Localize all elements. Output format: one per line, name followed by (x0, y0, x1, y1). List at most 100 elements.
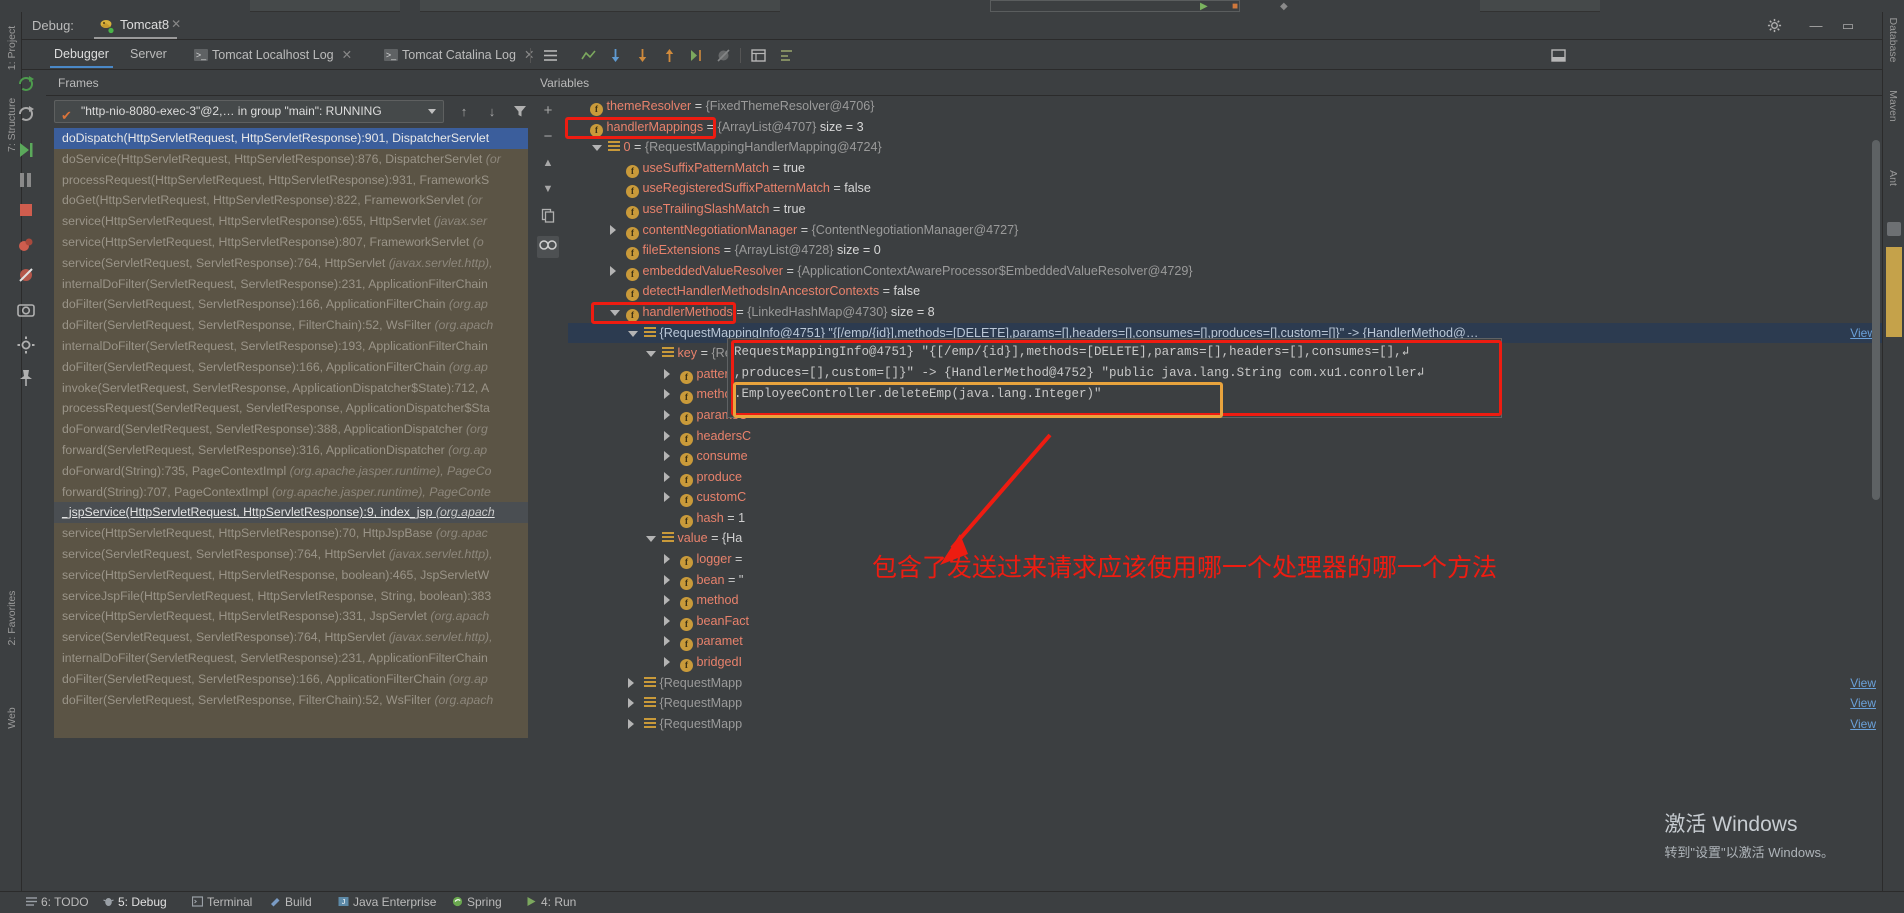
chevron-right-icon[interactable] (628, 718, 634, 729)
frame-row[interactable]: doService(HttpServletRequest, HttpServle… (54, 149, 528, 170)
chevron-right-icon[interactable] (664, 471, 670, 482)
tab-debugger[interactable]: Debugger (50, 45, 113, 68)
variable-row[interactable]: f useTrailingSlashMatch = true (568, 199, 1882, 220)
misc-icon[interactable]: ◆ (1280, 1, 1288, 12)
arrow-up-icon[interactable]: ↑ (456, 104, 472, 120)
frame-row[interactable]: processRequest(ServletRequest, ServletRe… (54, 398, 528, 419)
chevron-right-icon[interactable] (664, 430, 670, 441)
variable-row[interactable]: value = {Ha (568, 528, 1882, 549)
pause-icon[interactable] (16, 170, 38, 192)
resume-icon[interactable] (16, 140, 38, 162)
statusbar-item-terminal[interactable]: Terminal (191, 895, 252, 910)
frame-row[interactable]: invoke(ServletRequest, ServletResponse, … (54, 378, 528, 399)
frame-row[interactable]: service(HttpServletRequest, HttpServletR… (54, 523, 528, 544)
tool-window-database[interactable]: Database (1887, 13, 1899, 67)
settings-icon[interactable] (1887, 222, 1901, 236)
variable-row[interactable]: f handlerMethods = {LinkedHashMap@4730} … (568, 302, 1882, 323)
view-link[interactable]: View (1850, 673, 1876, 694)
maximize-icon[interactable]: ▭ (1840, 18, 1856, 34)
step-into-icon[interactable] (634, 47, 651, 64)
frame-row[interactable]: doFilter(ServletRequest, ServletResponse… (54, 357, 528, 378)
step-over-icon[interactable] (607, 47, 624, 64)
frame-row[interactable]: internalDoFilter(ServletRequest, Servlet… (54, 336, 528, 357)
statusbar-item-spring[interactable]: Spring (452, 895, 502, 910)
view-link[interactable]: View (1850, 714, 1876, 733)
variable-row[interactable]: f detectHandlerMethodsInAncestorContexts… (568, 281, 1882, 302)
variable-row[interactable]: {RequestMapp View (568, 673, 1882, 694)
stop-icon[interactable] (16, 200, 38, 222)
variable-row[interactable]: f embeddedValueResolver = {ApplicationCo… (568, 261, 1882, 282)
remove-icon[interactable]: − (537, 126, 559, 148)
mute-breakpoints-icon[interactable] (715, 47, 732, 64)
chevron-right-icon[interactable] (664, 554, 670, 565)
gear-icon[interactable] (1766, 18, 1782, 34)
variables-scrollbar[interactable] (1872, 140, 1880, 500)
variable-row[interactable]: f consume (568, 446, 1882, 467)
variable-row[interactable]: f headersC (568, 426, 1882, 447)
chevron-down-icon[interactable] (628, 330, 638, 337)
view-link[interactable]: View (1850, 693, 1876, 714)
chevron-down-icon[interactable] (646, 351, 656, 358)
chevron-right-icon[interactable] (664, 451, 670, 462)
minimize-icon[interactable]: — (1808, 18, 1824, 34)
settings-icon[interactable] (778, 47, 795, 64)
tab-tomcat-catalina-log[interactable]: >_Tomcat Catalina Log✕ (380, 45, 538, 64)
editor-tab-remnant-2[interactable] (420, 0, 780, 12)
mute-breakpoints-icon[interactable] (16, 265, 38, 287)
run-icon[interactable]: ▶ (1200, 1, 1208, 12)
evaluate-icon[interactable] (750, 47, 767, 64)
variable-row[interactable]: f customC (568, 487, 1882, 508)
statusbar-item-todo[interactable]: 6: TODO (26, 895, 89, 910)
variable-row[interactable]: f paramet (568, 631, 1882, 652)
restore-layout-icon[interactable] (1550, 47, 1567, 64)
frame-row[interactable]: doForward(ServletRequest, ServletRespons… (54, 419, 528, 440)
variable-row[interactable]: f useSuffixPatternMatch = true (568, 158, 1882, 179)
variable-row[interactable]: f produce (568, 467, 1882, 488)
run-configuration-tab[interactable]: Tomcat8 ✕ (94, 13, 181, 39)
chevron-down-icon[interactable] (592, 145, 602, 152)
frame-row[interactable]: forward(ServletRequest, ServletResponse)… (54, 440, 528, 461)
thread-selector[interactable]: ✔ "http-nio-8080-exec-3"@2,… in group "m… (54, 100, 444, 123)
arrow-down-icon[interactable]: ↓ (484, 104, 500, 120)
variable-row[interactable]: 0 = {RequestMappingHandlerMapping@4724} (568, 137, 1882, 158)
chevron-right-icon[interactable] (664, 409, 670, 420)
statusbar-item-run[interactable]: 4: Run (526, 895, 576, 910)
frame-row[interactable]: doDispatch(HttpServletRequest, HttpServl… (54, 128, 528, 149)
chevron-right-icon[interactable] (628, 677, 634, 688)
frame-row[interactable]: doFilter(ServletRequest, ServletResponse… (54, 315, 528, 336)
chevron-right-icon[interactable] (664, 615, 670, 626)
chevron-right-icon[interactable] (610, 265, 616, 276)
frame-row[interactable]: forward(String):707, PageContextImpl (or… (54, 482, 528, 503)
chevron-right-icon[interactable] (664, 492, 670, 503)
chevron-right-icon[interactable] (610, 224, 616, 235)
variable-row[interactable]: f method (568, 590, 1882, 611)
chevron-right-icon[interactable] (664, 636, 670, 647)
frame-row[interactable]: service(ServletRequest, ServletResponse)… (54, 544, 528, 565)
rerun-icon[interactable] (16, 74, 38, 96)
chevron-right-icon[interactable] (664, 389, 670, 400)
variable-row[interactable]: {RequestMapp View (568, 693, 1882, 714)
tab-tomcat-localhost-log[interactable]: >_ Tomcat Localhost Log ✕ (190, 45, 356, 64)
tool-window-maven[interactable]: Maven (1887, 79, 1899, 133)
frame-row[interactable]: service(HttpServletRequest, HttpServletR… (54, 606, 528, 627)
variable-row[interactable]: f fileExtensions = {ArrayList@4728} size… (568, 240, 1882, 261)
chevron-right-icon[interactable] (664, 657, 670, 668)
tab-server[interactable]: Server (126, 45, 171, 63)
down-icon[interactable]: ▼ (537, 178, 559, 200)
update-icon[interactable] (16, 104, 38, 126)
statusbar-item-java-enterprise[interactable]: J Java Enterprise (338, 895, 436, 910)
variable-row[interactable]: f beanFact (568, 611, 1882, 632)
settings-icon[interactable] (16, 335, 38, 357)
variable-row[interactable]: f handlerMappings = {ArrayList@4707} siz… (568, 117, 1882, 138)
statusbar-item-debug[interactable]: 5: Debug (103, 895, 167, 910)
view-breakpoints-icon[interactable] (16, 235, 38, 257)
frame-row[interactable]: _jspService(HttpServletRequest, HttpServ… (54, 502, 528, 524)
chevron-right-icon[interactable] (664, 574, 670, 585)
frame-row[interactable]: service(ServletRequest, ServletResponse)… (54, 253, 528, 274)
add-icon[interactable]: + (537, 100, 559, 122)
variable-row[interactable]: f hash = 1 (568, 508, 1882, 529)
variable-row[interactable]: f themeResolver = {FixedThemeResolver@47… (568, 96, 1882, 117)
frame-row[interactable]: doForward(String):735, PageContextImpl (… (54, 461, 528, 482)
frame-row[interactable]: doGet(HttpServletRequest, HttpServletRes… (54, 190, 528, 211)
close-icon[interactable]: ✕ (171, 18, 183, 30)
